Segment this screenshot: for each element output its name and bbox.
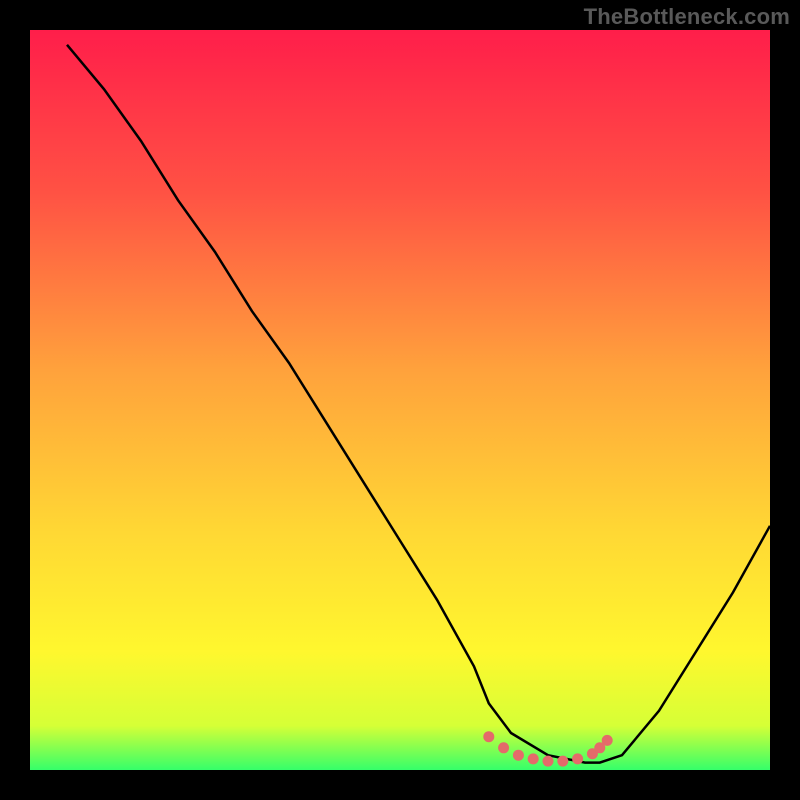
chart-frame: TheBottleneck.com — [0, 0, 800, 800]
trough-dot — [498, 742, 509, 753]
chart-canvas — [0, 0, 800, 800]
watermark: TheBottleneck.com — [584, 4, 790, 30]
trough-dot — [513, 750, 524, 761]
trough-dot — [543, 756, 554, 767]
trough-dot — [557, 756, 568, 767]
trough-dot — [572, 753, 583, 764]
trough-dot — [483, 731, 494, 742]
trough-dot — [528, 753, 539, 764]
trough-dot — [602, 735, 613, 746]
